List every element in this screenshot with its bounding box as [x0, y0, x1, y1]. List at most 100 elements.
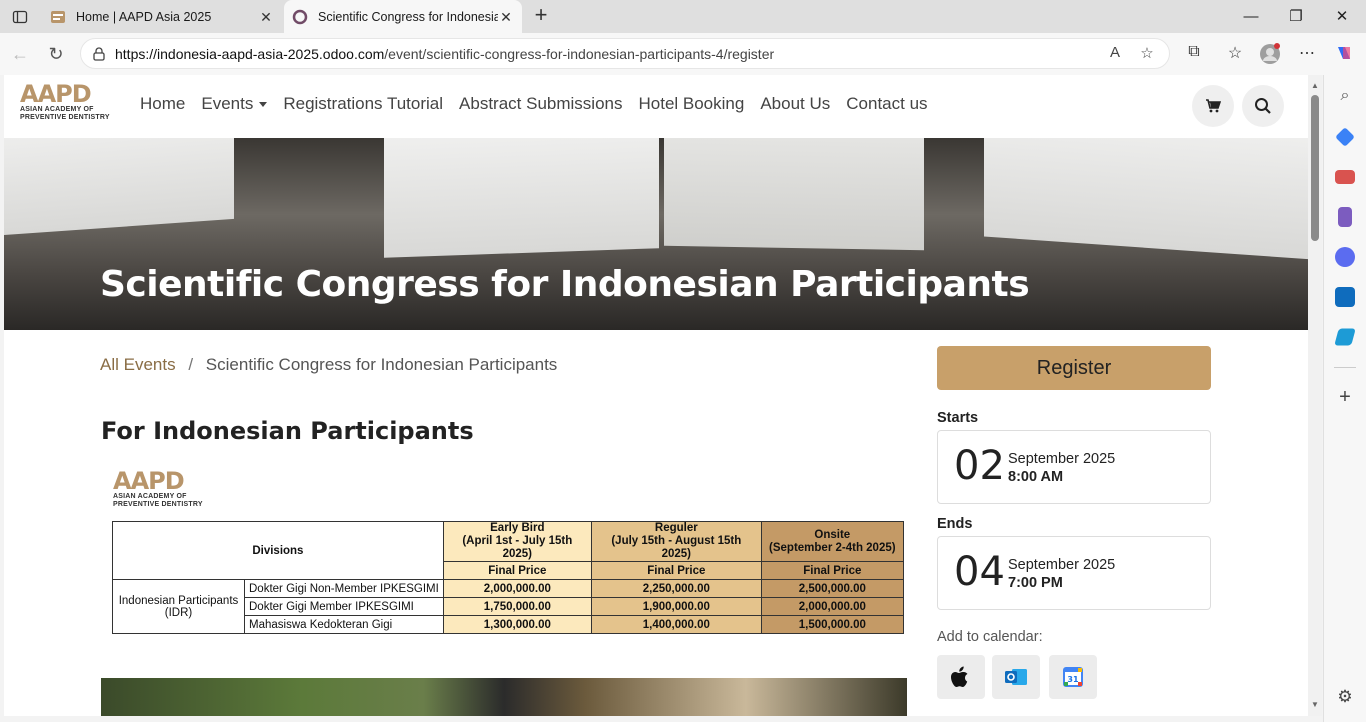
price-cell: 2,500,000.00	[760, 579, 904, 598]
read-aloud-icon[interactable]: A	[1105, 44, 1125, 64]
nav-home[interactable]: Home	[140, 94, 185, 114]
extensions-icon[interactable]: ⧉	[1183, 43, 1205, 65]
add-to-calendar-label: Add to calendar:	[937, 629, 1043, 645]
nav-contact-us[interactable]: Contact us	[846, 94, 927, 114]
register-button[interactable]: Register	[937, 346, 1211, 390]
add-icon[interactable]: +	[1335, 387, 1355, 407]
group-line-1: Indonesian Participants	[118, 594, 239, 607]
search-icon	[1255, 98, 1271, 114]
toolbox-icon[interactable]	[1335, 170, 1355, 184]
breadcrumb-separator: /	[188, 355, 194, 374]
refresh-icon[interactable]: ↻	[44, 42, 68, 66]
logo-mark: AAPD	[113, 467, 185, 495]
final-price-label: Final Price	[590, 561, 762, 580]
price-cell: 1,400,000.00	[590, 615, 762, 634]
hero-banner: Scientific Congress for Indonesian Parti…	[4, 138, 1308, 330]
page-scrollbar[interactable]: ▲ ▼	[1308, 75, 1322, 716]
end-time: 7:00 PM	[1008, 575, 1063, 591]
restore-icon[interactable]: ❐	[1285, 6, 1307, 28]
start-month: September 2025	[1008, 451, 1116, 467]
copilot-app-icon[interactable]	[1335, 247, 1355, 267]
main-nav: Home Events Registrations Tutorial Abstr…	[140, 94, 944, 114]
url-host: https://indonesia-aapd-asia-2025.odoo.co…	[115, 46, 385, 62]
outlook-icon	[1005, 669, 1027, 685]
hero-projector-screen	[384, 138, 659, 258]
scroll-down-icon[interactable]: ▼	[1310, 700, 1320, 710]
minimize-icon[interactable]: —	[1240, 6, 1262, 28]
browser-tab-home[interactable]: Home | AAPD Asia 2025 ✕	[44, 0, 282, 33]
end-day: 04	[954, 549, 1005, 595]
logo-line-1: ASIAN ACADEMY OF	[113, 493, 187, 500]
games-icon[interactable]	[1338, 207, 1352, 227]
favorites-icon[interactable]: ☆	[1224, 43, 1246, 65]
outlook-calendar-button[interactable]	[992, 655, 1040, 699]
page-viewport: AAPD ASIAN ACADEMY OF PREVENTIVE DENTIST…	[4, 75, 1308, 716]
google-calendar-icon: 31	[1063, 667, 1083, 687]
copilot-icon[interactable]	[1333, 43, 1355, 65]
scroll-up-icon[interactable]: ▲	[1310, 81, 1320, 91]
nav-about-us[interactable]: About Us	[760, 94, 830, 114]
cart-button[interactable]	[1192, 85, 1234, 127]
search-icon[interactable]: ⌕	[1335, 87, 1355, 107]
price-cell: 2,250,000.00	[590, 579, 762, 598]
address-toolbar: ← ↻ https://indonesia-aapd-asia-2025.odo…	[0, 33, 1366, 75]
close-tab-icon[interactable]: ✕	[258, 9, 274, 25]
ends-label: Ends	[937, 516, 973, 532]
apple-calendar-button[interactable]	[937, 655, 985, 699]
profile-avatar-icon[interactable]	[1259, 43, 1281, 65]
nav-hotel-booking[interactable]: Hotel Booking	[638, 94, 744, 114]
nav-abstract-submissions[interactable]: Abstract Submissions	[459, 94, 622, 114]
back-icon[interactable]: ←	[8, 42, 32, 66]
send-icon[interactable]	[1334, 328, 1356, 346]
breadcrumb-current: Scientific Congress for Indonesian Parti…	[205, 355, 558, 374]
close-window-icon[interactable]: ✕	[1331, 6, 1353, 28]
logo-mark: AAPD	[20, 80, 92, 108]
logo-line-2: PREVENTIVE DENTISTRY	[113, 501, 203, 508]
close-tab-icon[interactable]: ✕	[498, 9, 514, 25]
hero-projector-screen	[984, 138, 1308, 260]
favorite-star-icon[interactable]: ☆	[1137, 44, 1157, 64]
tab-actions-icon[interactable]	[8, 6, 32, 28]
search-button[interactable]	[1242, 85, 1284, 127]
odoo-favicon-icon	[292, 9, 308, 24]
site-info-icon[interactable]	[91, 46, 107, 62]
hero-projector-screen	[664, 138, 924, 251]
breadcrumb-all-events[interactable]: All Events	[100, 355, 176, 374]
scrollbar-thumb[interactable]	[1311, 95, 1319, 241]
outlook-icon[interactable]	[1335, 287, 1355, 307]
column-period: (July 15th - August 15th 2025)	[611, 535, 742, 560]
google-calendar-button[interactable]: 31	[1049, 655, 1097, 699]
group-line-2: (IDR)	[164, 606, 193, 619]
url-path: /event/scientific-congress-for-indonesia…	[384, 46, 775, 62]
browser-tab-strip: Home | AAPD Asia 2025 ✕ Scientific Congr…	[0, 0, 1366, 33]
event-photo	[101, 678, 907, 716]
column-header-early-bird: Early Bird (April 1st - July 15th 2025)	[442, 521, 592, 562]
table-row: Indonesian Participants (IDR) Dokter Gigi…	[112, 579, 904, 634]
group-label: Indonesian Participants (IDR)	[112, 579, 245, 634]
hero-projector-screen	[4, 138, 234, 238]
breadcrumb: All Events / Scientific Congress for Ind…	[100, 355, 557, 375]
nav-registrations-tutorial[interactable]: Registrations Tutorial	[283, 94, 443, 114]
division-label: Dokter Gigi Non-Member IPKESGIMI	[244, 579, 444, 598]
address-bar[interactable]: https://indonesia-aapd-asia-2025.odoo.co…	[80, 38, 1170, 69]
column-period: (April 1st - July 15th 2025)	[462, 535, 573, 560]
apple-icon	[951, 666, 968, 687]
price-image-logo: AAPD ASIAN ACADEMY OF PREVENTIVE DENTIST…	[113, 469, 203, 513]
edge-sidebar: ⌕ + ⚙	[1323, 75, 1366, 722]
site-header: AAPD ASIAN ACADEMY OF PREVENTIVE DENTIST…	[4, 75, 1308, 138]
tab-title: Scientific Congress for Indonesian Parti…	[318, 9, 498, 24]
site-logo[interactable]: AAPD ASIAN ACADEMY OF PREVENTIVE DENTIST…	[20, 82, 110, 126]
new-tab-icon[interactable]: +	[530, 4, 552, 27]
end-date-box: 04 September 2025 7:00 PM	[937, 536, 1211, 610]
start-time: 8:00 AM	[1008, 469, 1064, 485]
nav-events[interactable]: Events	[201, 94, 268, 114]
price-table: Divisions Early Bird (April 1st - July 15…	[112, 521, 904, 634]
settings-gear-icon[interactable]: ⚙	[1335, 687, 1355, 707]
tag-icon[interactable]	[1335, 127, 1355, 147]
section-heading: For Indonesian Participants	[101, 417, 474, 445]
start-day: 02	[954, 443, 1005, 489]
browser-tab-active[interactable]: Scientific Congress for Indonesian Parti…	[284, 0, 522, 33]
url-text[interactable]: https://indonesia-aapd-asia-2025.odoo.co…	[115, 46, 774, 62]
more-options-icon[interactable]: ⋯	[1296, 43, 1318, 65]
column-title: Reguler	[654, 522, 698, 534]
